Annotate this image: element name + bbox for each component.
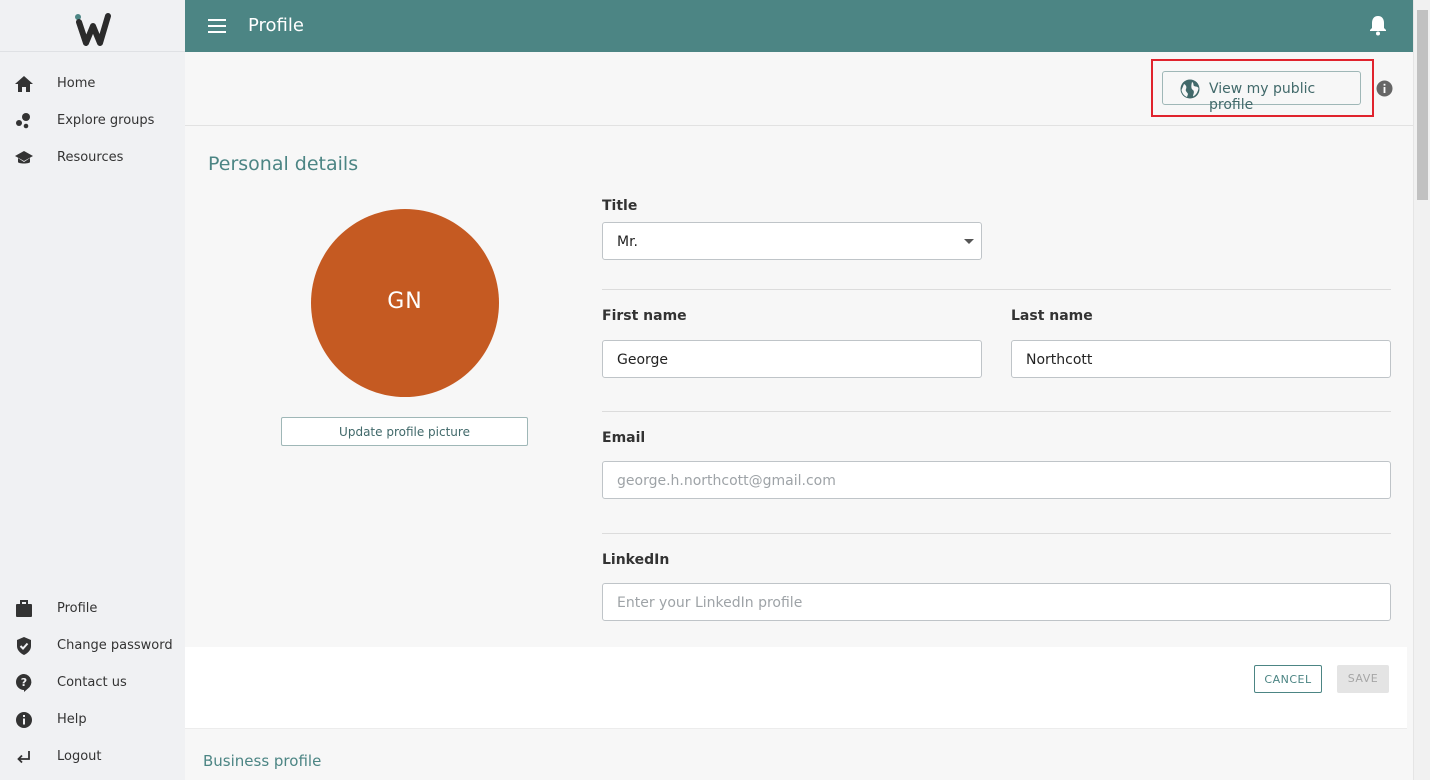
logout-arrow-icon (17, 751, 30, 764)
sidebar-item-explore-groups[interactable]: Explore groups (0, 102, 185, 139)
hamburger-menu-icon[interactable] (207, 16, 229, 36)
app-logo[interactable] (0, 0, 185, 52)
info-icon (16, 712, 32, 728)
logo-icon (75, 13, 111, 46)
sidebar-item-contact-us[interactable]: ? Contact us (0, 664, 185, 701)
email-placeholder: george.h.northcott@gmail.com (617, 473, 836, 489)
sidebar: Home Explore groups Resources Profile Ch… (0, 0, 185, 780)
sidebar-item-label: Logout (57, 749, 102, 764)
view-public-profile-label: View my public profile (1209, 81, 1316, 113)
email-field[interactable]: george.h.northcott@gmail.com (602, 461, 1391, 499)
divider (602, 533, 1391, 534)
cancel-button[interactable]: CANCEL (1254, 665, 1322, 693)
update-profile-picture-button[interactable]: Update profile picture (281, 417, 528, 446)
profile-action-row: View my public profile (185, 52, 1413, 126)
sidebar-item-profile[interactable]: Profile (0, 590, 185, 627)
title-selected-value: Mr. (617, 234, 638, 250)
divider (602, 289, 1391, 290)
svg-text:?: ? (21, 676, 27, 689)
page-title: Profile (248, 15, 304, 36)
chevron-down-icon (964, 239, 974, 244)
sidebar-item-label: Explore groups (57, 113, 155, 128)
page-scrollbar[interactable] (1413, 0, 1430, 780)
personal-details-title: Personal details (208, 153, 359, 175)
info-icon[interactable] (1376, 80, 1393, 97)
title-select[interactable]: Mr. (602, 222, 982, 260)
sidebar-item-label: Resources (57, 150, 124, 165)
top-app-bar: Profile (185, 0, 1413, 52)
question-icon: ? (16, 674, 32, 692)
sidebar-item-label: Change password (57, 638, 173, 653)
sidebar-item-change-password[interactable]: Change password (0, 627, 185, 664)
groups-icon (16, 113, 30, 129)
sidebar-item-label: Help (57, 712, 87, 727)
briefcase-icon (16, 600, 32, 617)
first-name-field[interactable]: George (602, 340, 982, 378)
graduation-cap-icon (15, 151, 33, 164)
divider (602, 411, 1391, 412)
sidebar-item-home[interactable]: Home (0, 65, 185, 102)
first-name-value: George (617, 352, 669, 368)
first-name-label: First name (602, 308, 687, 324)
view-public-profile-button[interactable]: View my public profile (1162, 71, 1361, 113)
sidebar-item-label: Home (57, 76, 96, 91)
sidebar-item-resources[interactable]: Resources (0, 139, 185, 176)
sidebar-item-logout[interactable]: Logout (0, 738, 185, 775)
avatar-initials: GN (387, 289, 423, 314)
linkedin-label: LinkedIn (602, 552, 670, 568)
avatar: GN (311, 209, 499, 397)
save-label: SAVE (1347, 672, 1379, 685)
form-actions: CANCEL SAVE (185, 647, 1407, 729)
save-button[interactable]: SAVE (1337, 665, 1389, 693)
sidebar-item-help[interactable]: Help (0, 701, 185, 738)
update-profile-picture-label: Update profile picture (339, 425, 470, 439)
business-profile-title: Business profile (203, 752, 322, 770)
sidebar-item-label: Profile (57, 601, 98, 616)
title-label: Title (602, 198, 638, 214)
cancel-label: CANCEL (1264, 673, 1312, 686)
email-label: Email (602, 430, 646, 446)
shield-icon (17, 637, 31, 655)
linkedin-field[interactable]: Enter your LinkedIn profile (602, 583, 1391, 621)
last-name-field[interactable]: Northcott (1011, 340, 1391, 378)
last-name-label: Last name (1011, 308, 1093, 324)
last-name-value: Northcott (1026, 352, 1093, 368)
linkedin-placeholder: Enter your LinkedIn profile (617, 595, 803, 611)
sidebar-item-label: Contact us (57, 675, 127, 690)
globe-icon (1180, 79, 1200, 99)
home-icon (15, 76, 33, 92)
bell-icon[interactable] (1367, 14, 1389, 36)
scrollbar-thumb[interactable] (1417, 10, 1428, 200)
